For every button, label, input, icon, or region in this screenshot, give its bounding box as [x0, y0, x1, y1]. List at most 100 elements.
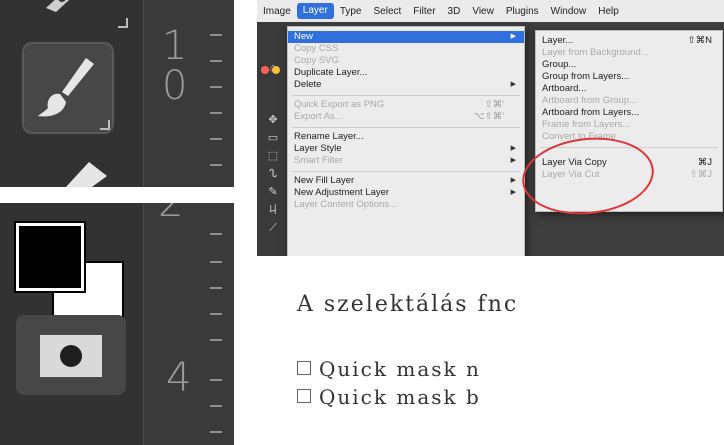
submenu-item[interactable]: Artboard... — [536, 83, 722, 95]
eraser-icon[interactable] — [55, 152, 115, 187]
ruler-tick — [210, 233, 222, 235]
menu-item-label: Export As... — [294, 111, 343, 122]
ruler-number: 4 — [166, 355, 192, 401]
layer-menu-dropdown: New ▶ Copy CSS Copy SVG Duplicate Layer... De… — [287, 26, 525, 256]
submenu-item[interactable]: Group... — [536, 59, 722, 71]
brush-tool-button[interactable] — [22, 42, 114, 134]
menubar-item-filter[interactable]: Filter — [407, 6, 441, 17]
foreground-color-swatch[interactable] — [14, 221, 86, 293]
ruler-tick — [210, 60, 222, 62]
ruler-tick — [210, 261, 222, 263]
ruler-tick — [210, 287, 222, 289]
tool-group-indicator — [100, 120, 110, 130]
submenu-item-label: Group... — [542, 59, 577, 70]
menu-item: Copy CSS — [288, 43, 524, 55]
ruler-tick — [210, 164, 222, 166]
menu-separator — [292, 95, 520, 96]
menu-item[interactable]: New ▶ — [288, 31, 524, 43]
submenu-arrow-icon: ▶ — [510, 189, 516, 196]
submenu-item-label: Frame from Layers... — [542, 119, 631, 130]
crop-tool-icon[interactable]: ㄐ — [267, 204, 279, 216]
question-text: A szelektálás fnc — [297, 292, 519, 317]
submenu-item-label: Artboard from Layers... — [542, 107, 640, 118]
menu-item: Quick Export as PNG ⇧⌘' — [288, 99, 524, 111]
menu-item-label: Layer Content Options... — [294, 199, 397, 210]
menu-item[interactable]: Rename Layer... — [288, 131, 524, 143]
menu-item-label: New Adjustment Layer — [294, 187, 390, 198]
menu-item-shortcut: ⌥⇧⌘' — [473, 111, 504, 122]
menubar-item-help[interactable]: Help — [592, 6, 625, 17]
ruler-tick — [210, 313, 222, 315]
menu-bar: Image Layer Type Select Filter 3D View Plugins W… — [257, 0, 724, 23]
checkbox-icon[interactable] — [297, 361, 311, 375]
menubar-item-type[interactable]: Type — [334, 6, 368, 17]
submenu-item[interactable]: Group from Layers... — [536, 71, 722, 83]
layer-menu-screenshot: Image Layer Type Select Filter 3D View Plugins W… — [257, 0, 724, 256]
menubar-item-layer[interactable]: Layer — [296, 3, 334, 19]
menubar-item-view[interactable]: View — [466, 6, 500, 17]
submenu-arrow-icon: ▶ — [510, 157, 516, 164]
answer-option-label: Quick mask n — [319, 357, 481, 381]
menu-separator — [292, 171, 520, 172]
ruler-tick — [210, 379, 222, 381]
submenu-item-shortcut: ⌘J — [697, 157, 712, 168]
ruler-tick — [210, 431, 222, 433]
vertical-ruler: 2 4 — [143, 203, 234, 445]
menu-item[interactable]: New Adjustment Layer ▶ — [288, 187, 524, 199]
answer-option-label: Quick mask b — [319, 385, 481, 409]
submenu-arrow-icon: ▶ — [510, 33, 516, 40]
move-tool-icon[interactable]: ✥ — [267, 114, 279, 126]
ruler-tick — [210, 339, 222, 341]
menu-item: Export As... ⌥⇧⌘' — [288, 111, 524, 123]
brush-icon — [38, 58, 94, 117]
checkbox-icon[interactable] — [297, 389, 311, 403]
menu-item[interactable]: Delete ▶ — [288, 79, 524, 91]
menu-item[interactable]: Layer Style ▶ — [288, 143, 524, 155]
menu-item-label: Duplicate Layer... — [294, 67, 368, 78]
mask-dot — [60, 345, 82, 367]
submenu-item-shortcut: ⇧⌘N — [687, 35, 712, 46]
ruler-tick — [210, 138, 222, 140]
home-icon[interactable]: ⌂ — [267, 62, 279, 74]
color-swatches-panel: 2 4 — [0, 203, 234, 445]
menu-separator — [292, 127, 520, 128]
submenu-item-label: Group from Layers... — [542, 71, 630, 82]
menu-item-label: Rename Layer... — [294, 131, 364, 142]
submenu-item: Artboard from Group... — [536, 95, 722, 107]
ruler-tick — [210, 112, 222, 114]
menubar-item-plugins[interactable]: Plugins — [500, 6, 545, 17]
submenu-item: Frame from Layers... — [536, 119, 722, 131]
submenu-item-shortcut: ⇧⌘J — [689, 169, 712, 180]
menu-item[interactable]: New Fill Layer ▶ — [288, 175, 524, 187]
quick-select-tool-icon[interactable]: ✎ — [267, 186, 279, 198]
submenu-arrow-icon: ▶ — [510, 145, 516, 152]
answer-option[interactable]: Quick mask n — [297, 357, 481, 381]
brush-tool-panel: 1 0 — [0, 0, 234, 187]
quick-mask-icon — [40, 335, 102, 377]
menu-item-label: New Fill Layer — [294, 175, 355, 186]
menu-item[interactable]: Duplicate Layer... — [288, 67, 524, 79]
menu-item-label: Layer Style — [294, 143, 342, 154]
submenu-item[interactable]: Artboard from Layers... — [536, 107, 722, 119]
eyedropper-tool-icon[interactable]: ⟋ — [267, 222, 279, 234]
ruler-number: 2 — [158, 203, 184, 226]
pen-tool-icon[interactable] — [42, 0, 100, 14]
ruler-number: 1 — [162, 23, 188, 69]
quick-mask-button[interactable] — [16, 315, 126, 395]
app-side-toolbar: ⌂ ✥ ▭ ⬚ ᔐ ✎ ㄐ ⟋ — [257, 22, 287, 256]
ruler-tick — [210, 405, 222, 407]
vertical-ruler: 1 0 — [143, 0, 234, 187]
lasso-tool-icon[interactable]: ᔐ — [267, 168, 279, 180]
tool-group-indicator — [118, 18, 128, 28]
ruler-tick — [210, 34, 222, 36]
marquee-tool-icon[interactable]: ⬚ — [267, 150, 279, 162]
menu-item: Layer Content Options... — [288, 199, 524, 211]
menu-item-label: Smart Filter — [294, 155, 344, 166]
answer-option[interactable]: Quick mask b — [297, 385, 481, 409]
menubar-item-window[interactable]: Window — [545, 6, 593, 17]
artboard-tool-icon[interactable]: ▭ — [267, 132, 279, 144]
menubar-item-select[interactable]: Select — [368, 6, 408, 17]
submenu-item[interactable]: Layer... ⇧⌘N — [536, 35, 722, 47]
menubar-item-image[interactable]: Image — [257, 6, 297, 17]
menubar-item-3d[interactable]: 3D — [442, 6, 467, 17]
